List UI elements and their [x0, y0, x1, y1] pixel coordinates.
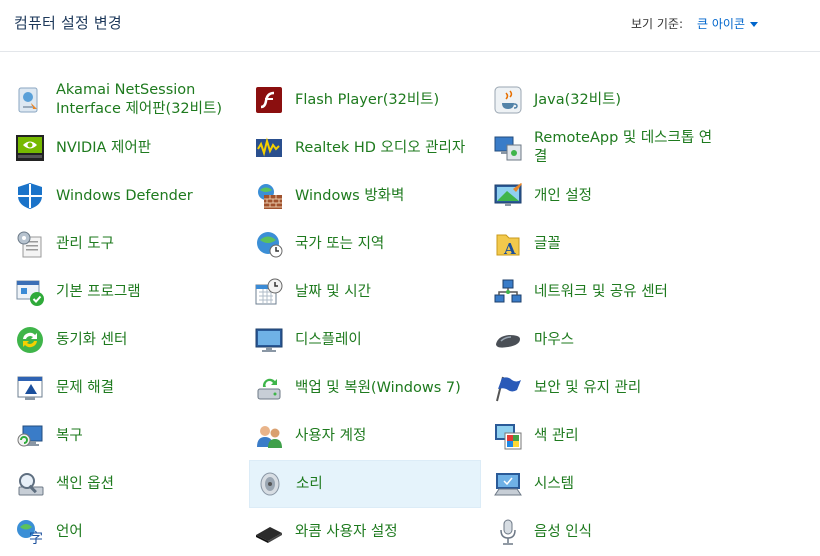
- item-label: 디스플레이: [295, 331, 362, 348]
- item-default-programs[interactable]: 기본 프로그램: [10, 268, 242, 316]
- item-label: Windows Defender: [56, 187, 193, 204]
- svg-text:A: A: [503, 240, 516, 258]
- realtek-icon: [253, 132, 285, 164]
- java-icon: [492, 84, 524, 116]
- fonts-icon: A: [492, 228, 524, 260]
- item-fonts[interactable]: A 글꼴: [488, 220, 720, 268]
- item-flash-player[interactable]: Flash Player(32비트): [249, 76, 481, 124]
- item-label: 색 관리: [534, 427, 579, 444]
- header: 컴퓨터 설정 변경 보기 기준: 큰 아이콘: [0, 0, 820, 52]
- item-label: Windows 방화벽: [295, 187, 405, 204]
- view-by-label: 보기 기준:: [630, 17, 684, 31]
- item-label: 백업 및 복원(Windows 7): [295, 379, 461, 396]
- page-title: 컴퓨터 설정 변경: [14, 14, 122, 32]
- calendar-clock-icon: [253, 276, 285, 308]
- item-label: 소리: [296, 475, 323, 492]
- item-language[interactable]: 字 언어: [10, 508, 242, 556]
- item-sound[interactable]: 소리: [249, 460, 481, 508]
- default-programs-icon: [14, 276, 46, 308]
- item-label: 문제 해결: [56, 379, 114, 396]
- item-label: 날짜 및 시간: [295, 283, 371, 300]
- item-label: Realtek HD 오디오 관리자: [295, 139, 466, 156]
- item-security-maintenance[interactable]: 보안 및 유지 관리: [488, 364, 720, 412]
- backup-icon: [253, 372, 285, 404]
- item-admin-tools[interactable]: 관리 도구: [10, 220, 242, 268]
- remoteapp-icon: [492, 132, 524, 164]
- view-by-value: 큰 아이콘: [697, 17, 745, 31]
- item-sync-center[interactable]: 동기화 센터: [10, 316, 242, 364]
- view-by-dropdown[interactable]: 큰 아이콘: [697, 15, 758, 32]
- header-divider: [0, 51, 820, 52]
- item-date-time[interactable]: 날짜 및 시간: [249, 268, 481, 316]
- item-mouse[interactable]: 마우스: [488, 316, 720, 364]
- personalize-icon: [492, 180, 524, 212]
- item-recovery[interactable]: 복구: [10, 412, 242, 460]
- flag-icon: [492, 372, 524, 404]
- item-akamai[interactable]: Akamai NetSession Interface 제어판(32비트): [10, 76, 242, 124]
- users-icon: [253, 420, 285, 452]
- item-java[interactable]: Java(32비트): [488, 76, 720, 124]
- chevron-down-icon: [750, 21, 758, 27]
- item-label: Flash Player(32비트): [295, 91, 440, 108]
- item-speech-recognition[interactable]: 음성 인식: [488, 508, 720, 556]
- admin-tools-icon: [14, 228, 46, 260]
- view-by-control: 보기 기준: 큰 아이콘: [631, 15, 758, 32]
- item-display[interactable]: 디스플레이: [249, 316, 481, 364]
- mouse-icon: [492, 324, 524, 356]
- item-troubleshooting[interactable]: 문제 해결: [10, 364, 242, 412]
- item-label: Akamai NetSession Interface 제어판(32비트): [56, 82, 222, 117]
- wacom-icon: [253, 516, 285, 548]
- item-label: 사용자 계정: [295, 427, 367, 444]
- speaker-icon: [254, 468, 286, 500]
- item-label: 관리 도구: [56, 235, 114, 252]
- item-label: 국가 또는 지역: [295, 235, 385, 252]
- item-label: 보안 및 유지 관리: [534, 379, 642, 396]
- item-system[interactable]: 시스템: [488, 460, 720, 508]
- sync-icon: [14, 324, 46, 356]
- item-label: NVIDIA 제어판: [56, 139, 152, 156]
- item-label: 개인 설정: [534, 187, 592, 204]
- globe-clock-icon: [253, 228, 285, 260]
- item-personalization[interactable]: 개인 설정: [488, 172, 720, 220]
- item-network-sharing[interactable]: 네트워크 및 공유 센터: [488, 268, 720, 316]
- item-remoteapp[interactable]: RemoteApp 및 데스크톱 연결: [488, 124, 720, 172]
- item-backup-restore[interactable]: 백업 및 복원(Windows 7): [249, 364, 481, 412]
- language-icon: 字: [14, 516, 46, 548]
- system-icon: [492, 468, 524, 500]
- item-label: 시스템: [534, 475, 575, 492]
- item-indexing-options[interactable]: 색인 옵션: [10, 460, 242, 508]
- color-icon: [492, 420, 524, 452]
- item-region[interactable]: 국가 또는 지역: [249, 220, 481, 268]
- item-label: 네트워크 및 공유 센터: [534, 283, 668, 300]
- item-windows-firewall[interactable]: Windows 방화벽: [249, 172, 481, 220]
- troubleshoot-icon: [14, 372, 46, 404]
- flash-icon: [253, 84, 285, 116]
- network-icon: [492, 276, 524, 308]
- firewall-icon: [253, 180, 285, 212]
- microphone-icon: [492, 516, 524, 548]
- item-label: 복구: [56, 427, 83, 444]
- item-windows-defender[interactable]: Windows Defender: [10, 172, 242, 220]
- item-label: 기본 프로그램: [56, 283, 141, 300]
- item-label: 마우스: [534, 331, 575, 348]
- item-label: RemoteApp 및 데스크톱 연결: [534, 130, 713, 165]
- item-wacom[interactable]: 와콤 사용자 설정: [249, 508, 481, 556]
- svg-text:字: 字: [29, 531, 43, 547]
- display-icon: [253, 324, 285, 356]
- item-label: 글꼴: [534, 235, 561, 252]
- item-user-accounts[interactable]: 사용자 계정: [249, 412, 481, 460]
- recovery-icon: [14, 420, 46, 452]
- item-label: 동기화 센터: [56, 331, 128, 348]
- item-label: Java(32비트): [534, 91, 622, 108]
- item-realtek[interactable]: Realtek HD 오디오 관리자: [249, 124, 481, 172]
- item-color-management[interactable]: 색 관리: [488, 412, 720, 460]
- akamai-icon: [14, 84, 46, 116]
- item-nvidia[interactable]: NVIDIA 제어판: [10, 124, 242, 172]
- indexing-icon: [14, 468, 46, 500]
- nvidia-icon: [14, 132, 46, 164]
- item-label: 색인 옵션: [56, 475, 114, 492]
- shield-icon: [14, 180, 46, 212]
